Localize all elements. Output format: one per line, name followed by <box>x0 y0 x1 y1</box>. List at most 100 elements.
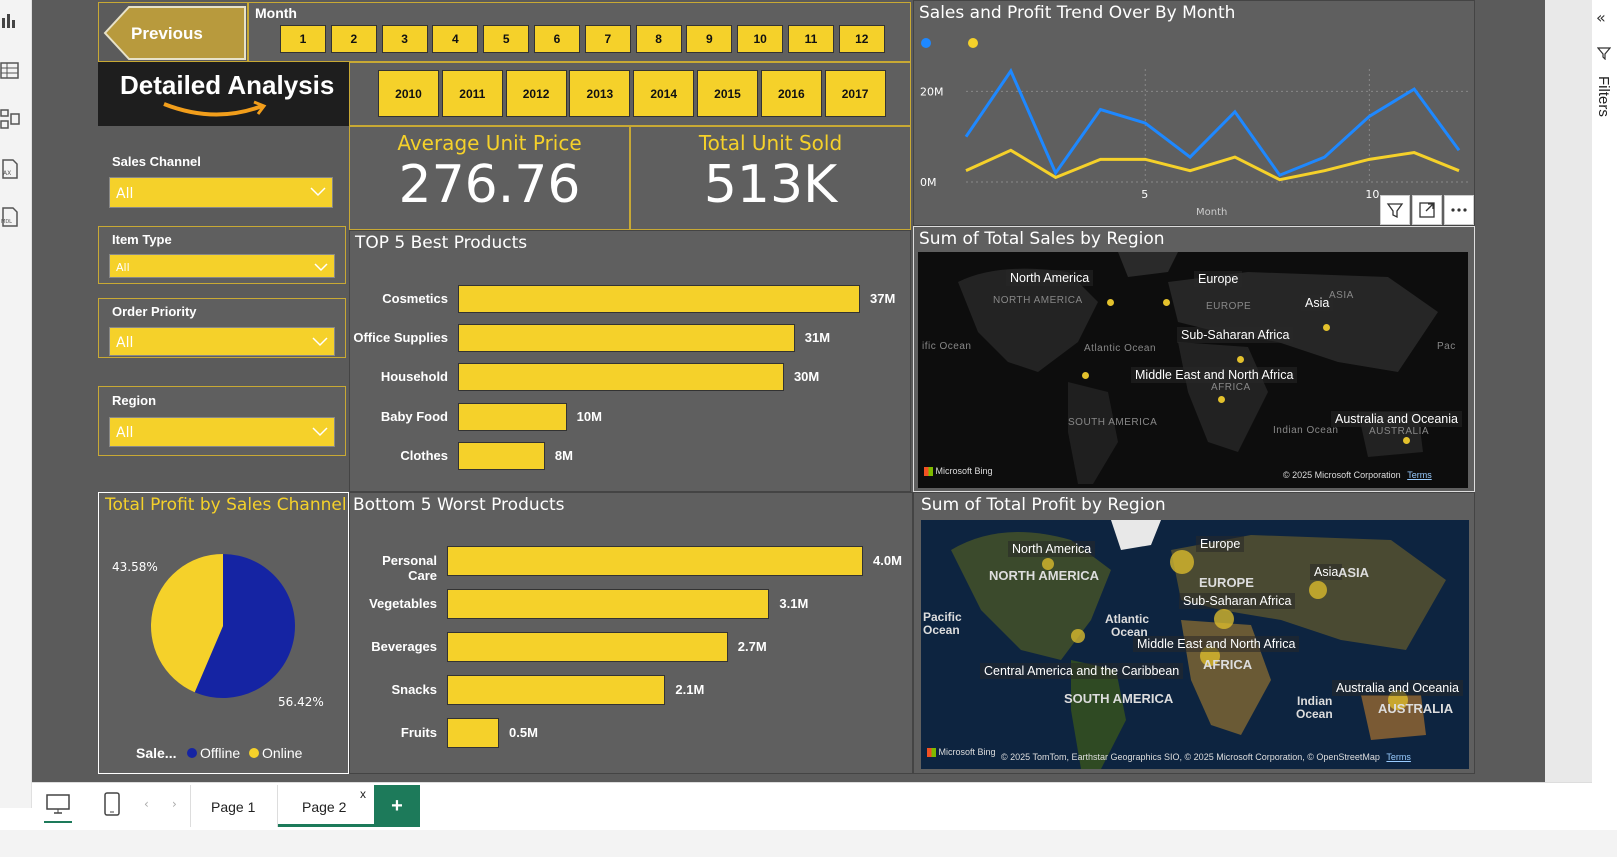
close-tab-icon[interactable]: x <box>360 787 366 801</box>
series-line-1[interactable] <box>964 67 1461 178</box>
map-geo-label: EUROPE <box>1199 575 1254 590</box>
map-canvas[interactable]: North America Europe Asia Sub-Saharan Afric… <box>921 520 1469 769</box>
map-region-label[interactable]: Europe <box>1194 271 1243 287</box>
year-button-2010[interactable]: 2010 <box>378 70 439 117</box>
map-bubble[interactable] <box>1237 356 1244 363</box>
previous-button[interactable]: Previous <box>98 2 248 62</box>
map-bubble[interactable] <box>1214 609 1234 629</box>
tmdl-view-icon[interactable]: MDL <box>0 206 20 228</box>
month-button-10[interactable]: 10 <box>737 25 784 53</box>
map-region-label[interactable]: Middle East and North Africa <box>1133 636 1300 652</box>
windows-logo-icon <box>924 467 933 477</box>
profit-by-channel-pie: Total Profit by Sales Channel 56.42% 43.5… <box>98 492 349 774</box>
focus-mode-button[interactable] <box>1412 195 1442 225</box>
month-button-7[interactable]: 7 <box>584 25 631 53</box>
map-region-label[interactable]: Middle East and North Africa <box>1131 367 1298 383</box>
map-bubble[interactable] <box>1403 437 1410 444</box>
chevron-down-icon <box>314 263 328 272</box>
report-view-icon[interactable] <box>0 10 20 32</box>
tab-page-1[interactable]: Page 1 <box>190 785 278 827</box>
filters-label: Filters <box>1595 76 1612 117</box>
map-bubble[interactable] <box>1082 372 1089 379</box>
order-priority-dropdown[interactable]: All <box>109 327 335 356</box>
month-button-5[interactable]: 5 <box>483 25 530 53</box>
mobile-view-icon[interactable] <box>102 791 122 819</box>
add-page-button[interactable]: + <box>374 785 420 827</box>
map-geo-label: SOUTH AMERICA <box>1064 691 1174 706</box>
y-tick-label: 20M <box>920 85 944 98</box>
sales-channel-dropdown[interactable]: All <box>109 177 333 208</box>
map-geo-label: Ocean <box>1111 625 1148 639</box>
map-geo-label: Indian <box>1297 694 1333 708</box>
month-button-6[interactable]: 6 <box>534 25 580 53</box>
month-button-2[interactable]: 2 <box>330 25 377 53</box>
year-button-2014[interactable]: 2014 <box>633 70 695 117</box>
bar-data-label: 10M <box>576 408 602 424</box>
year-button-2015[interactable]: 2015 <box>697 70 758 117</box>
bar-category-label: Snacks <box>391 682 437 697</box>
more-options-button[interactable] <box>1444 195 1474 225</box>
prev-page-arrow-icon[interactable]: ‹ <box>144 797 149 811</box>
bar-data-label: 3.1M <box>779 596 809 611</box>
map-geo-label: EUROPE <box>1206 301 1252 312</box>
month-button-4[interactable]: 4 <box>432 25 479 53</box>
legend-marker[interactable] <box>968 38 978 48</box>
map-canvas[interactable]: North America Europe Asia Sub-Saharan Afric… <box>918 252 1468 488</box>
map-bubble[interactable] <box>1107 299 1114 306</box>
map-region-label[interactable]: Australia and Oceania <box>1331 411 1462 427</box>
year-button-2012[interactable]: 2012 <box>505 70 567 117</box>
next-page-arrow-icon[interactable]: › <box>172 797 177 811</box>
map-region-label[interactable]: Central America and the Caribbean <box>980 663 1184 679</box>
map-geo-label: ASIA <box>1329 290 1354 301</box>
month-button-3[interactable]: 3 <box>381 25 428 53</box>
table-view-icon[interactable] <box>0 60 20 82</box>
legend-marker[interactable] <box>921 38 931 48</box>
brand-panel: Detailed Analysis <box>98 62 349 126</box>
trend-svg: 20M 0M 5 10 Month <box>920 38 1469 218</box>
filters-pane-collapsed[interactable]: « Filters <box>1592 0 1617 808</box>
map-copyright: © 2025 TomTom, Earthstar Geographics SIO… <box>1001 752 1411 762</box>
year-button-2013[interactable]: 2013 <box>569 70 631 117</box>
map-region-label[interactable]: Sub-Saharan Africa <box>1179 593 1296 609</box>
map-bubble[interactable] <box>1071 629 1085 643</box>
map-geo-label: Pacific <box>923 610 962 624</box>
bing-logo: Microsoft Bing <box>927 747 996 758</box>
legend-item-offline[interactable]: Offline <box>200 745 240 761</box>
month-button-11[interactable]: 11 <box>788 25 834 53</box>
map-region-label[interactable]: North America <box>1008 541 1096 557</box>
year-button-2011[interactable]: 2011 <box>441 70 503 117</box>
desktop-view-icon[interactable] <box>44 791 72 819</box>
year-button-2017[interactable]: 2017 <box>824 70 886 117</box>
map-region-label[interactable]: Europe <box>1196 536 1245 552</box>
map-bubble[interactable] <box>1323 324 1330 331</box>
map-region-label[interactable]: Sub-Saharan Africa <box>1177 327 1294 343</box>
map-region-label[interactable]: North America <box>1006 270 1094 286</box>
map-bubble[interactable] <box>1170 550 1194 574</box>
month-button-12[interactable]: 12 <box>838 25 885 53</box>
series-line-2[interactable] <box>965 148 1460 182</box>
legend-item-online[interactable]: Online <box>262 745 303 761</box>
order-priority-slicer: Order Priority All <box>98 298 346 358</box>
collapse-chevron-icon[interactable]: « <box>1596 8 1606 27</box>
map-region-label[interactable]: Australia and Oceania <box>1332 680 1463 696</box>
tab-page-2[interactable]: Page 2 x <box>278 785 374 827</box>
x-tick-label: 10 <box>1365 188 1379 201</box>
month-button-8[interactable]: 8 <box>635 25 682 53</box>
month-button-1[interactable]: 1 <box>280 25 326 53</box>
year-button-2016[interactable]: 2016 <box>760 70 822 117</box>
map-bubble[interactable] <box>1309 581 1327 599</box>
terms-link[interactable]: Terms <box>1386 752 1411 762</box>
brand-title: Detailed Analysis <box>120 70 335 100</box>
bar-category-label: Household <box>380 369 448 385</box>
region-dropdown[interactable]: All <box>109 417 335 447</box>
dax-query-icon[interactable]: AX <box>0 158 20 180</box>
map-bubble[interactable] <box>1163 299 1170 306</box>
model-view-icon[interactable] <box>0 108 20 130</box>
terms-link[interactable]: Terms <box>1407 470 1432 480</box>
filter-visual-button[interactable] <box>1380 195 1410 225</box>
month-button-9[interactable]: 9 <box>686 25 733 53</box>
map-geo-label: SOUTH AMERICA <box>1068 417 1158 428</box>
map-bubble[interactable] <box>1218 396 1225 403</box>
slicer-label: Sales Channel <box>112 154 201 169</box>
item-type-dropdown[interactable]: All <box>109 254 335 278</box>
